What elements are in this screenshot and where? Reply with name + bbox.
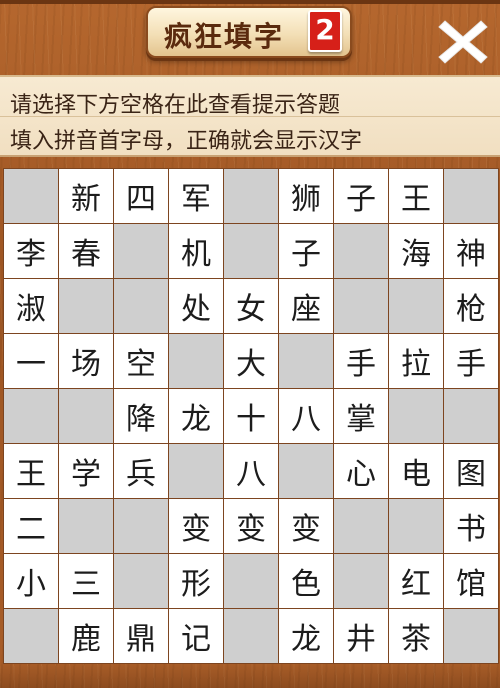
grid-cell-empty[interactable] bbox=[4, 389, 58, 443]
grid-cell-empty[interactable] bbox=[59, 389, 113, 443]
grid-cell-empty[interactable] bbox=[169, 334, 223, 388]
grid-cell-empty[interactable] bbox=[334, 554, 388, 608]
close-button[interactable] bbox=[433, 13, 493, 69]
close-icon bbox=[438, 20, 488, 64]
grid-cell-letter[interactable]: 图 bbox=[444, 444, 498, 498]
grid-cell-letter[interactable]: 心 bbox=[334, 444, 388, 498]
hint-instruction-1: 请选择下方空格在此查看提示答题 bbox=[10, 93, 341, 118]
grid-cell-letter[interactable]: 兵 bbox=[114, 444, 168, 498]
grid-cell-letter[interactable]: 座 bbox=[279, 279, 333, 333]
grid-cell-letter[interactable]: 处 bbox=[169, 279, 223, 333]
title-badge: 疯狂填字 2 bbox=[146, 6, 352, 58]
grid-cell-empty[interactable] bbox=[279, 444, 333, 498]
grid-cell-empty[interactable] bbox=[224, 169, 278, 223]
grid-cell-letter[interactable]: 三 bbox=[59, 554, 113, 608]
grid-cell-letter[interactable]: 神 bbox=[444, 224, 498, 278]
grid-cell-empty[interactable] bbox=[389, 279, 443, 333]
grid-cell-letter[interactable]: 十 bbox=[224, 389, 278, 443]
grid-cell-letter[interactable]: 龙 bbox=[169, 389, 223, 443]
level-badge: 2 bbox=[308, 10, 342, 52]
grid-cell-empty[interactable] bbox=[169, 444, 223, 498]
grid-cell-letter[interactable]: 掌 bbox=[334, 389, 388, 443]
grid-cell-letter[interactable]: 茶 bbox=[389, 609, 443, 663]
grid-cell-letter[interactable]: 八 bbox=[224, 444, 278, 498]
grid-cell-letter[interactable]: 李 bbox=[4, 224, 58, 278]
top-strip bbox=[0, 0, 500, 4]
grid-cell-empty[interactable] bbox=[114, 279, 168, 333]
grid-cell-empty[interactable] bbox=[444, 169, 498, 223]
grid-cell-empty[interactable] bbox=[224, 554, 278, 608]
grid-cell-letter[interactable]: 春 bbox=[59, 224, 113, 278]
grid-cell-letter[interactable]: 一 bbox=[4, 334, 58, 388]
grid-cell-letter[interactable]: 新 bbox=[59, 169, 113, 223]
grid-cell-letter[interactable]: 变 bbox=[169, 499, 223, 553]
grid-cell-letter[interactable]: 井 bbox=[334, 609, 388, 663]
grid-cell-empty[interactable] bbox=[59, 499, 113, 553]
grid-cell-letter[interactable]: 二 bbox=[4, 499, 58, 553]
grid-cell-letter[interactable]: 四 bbox=[114, 169, 168, 223]
grid-cell-empty[interactable] bbox=[389, 389, 443, 443]
grid-cell-letter[interactable]: 子 bbox=[279, 224, 333, 278]
grid-cell-empty[interactable] bbox=[334, 279, 388, 333]
grid-cell-letter[interactable]: 王 bbox=[389, 169, 443, 223]
grid-cell-empty[interactable] bbox=[224, 609, 278, 663]
grid-cell-letter[interactable]: 形 bbox=[169, 554, 223, 608]
grid-cell-empty[interactable] bbox=[59, 279, 113, 333]
grid-cell-letter[interactable]: 龙 bbox=[279, 609, 333, 663]
grid-cell-letter[interactable]: 降 bbox=[114, 389, 168, 443]
game-title: 疯狂填字 bbox=[164, 20, 285, 53]
hint-divider bbox=[0, 116, 500, 117]
grid-cell-letter[interactable]: 色 bbox=[279, 554, 333, 608]
grid-cell-letter[interactable]: 机 bbox=[169, 224, 223, 278]
grid-cell-empty[interactable] bbox=[4, 169, 58, 223]
grid-cell-letter[interactable]: 馆 bbox=[444, 554, 498, 608]
grid-cell-letter[interactable]: 空 bbox=[114, 334, 168, 388]
grid-cell-letter[interactable]: 淑 bbox=[4, 279, 58, 333]
grid-cell-letter[interactable]: 鼎 bbox=[114, 609, 168, 663]
grid-cell-letter[interactable]: 狮 bbox=[279, 169, 333, 223]
grid-cell-letter[interactable]: 军 bbox=[169, 169, 223, 223]
grid-cell-letter[interactable]: 拉 bbox=[389, 334, 443, 388]
grid-cell-letter[interactable]: 学 bbox=[59, 444, 113, 498]
grid-cell-letter[interactable]: 小 bbox=[4, 554, 58, 608]
grid-cell-empty[interactable] bbox=[279, 334, 333, 388]
grid-cell-empty[interactable] bbox=[444, 609, 498, 663]
grid-cell-letter[interactable]: 手 bbox=[334, 334, 388, 388]
grid-cell-empty[interactable] bbox=[114, 224, 168, 278]
grid-cell-letter[interactable]: 变 bbox=[224, 499, 278, 553]
grid-cell-letter[interactable]: 大 bbox=[224, 334, 278, 388]
grid-cell-letter[interactable]: 场 bbox=[59, 334, 113, 388]
grid-cell-letter[interactable]: 王 bbox=[4, 444, 58, 498]
grid-cell-letter[interactable]: 八 bbox=[279, 389, 333, 443]
grid-cell-letter[interactable]: 女 bbox=[224, 279, 278, 333]
grid-cell-letter[interactable]: 海 bbox=[389, 224, 443, 278]
grid-cell-empty[interactable] bbox=[389, 499, 443, 553]
grid-cell-letter[interactable]: 书 bbox=[444, 499, 498, 553]
hint-instruction-2: 填入拼音首字母，正确就会显示汉字 bbox=[10, 129, 363, 154]
grid-cell-empty[interactable] bbox=[114, 554, 168, 608]
grid-cell-letter[interactable]: 记 bbox=[169, 609, 223, 663]
grid-cell-letter[interactable]: 红 bbox=[389, 554, 443, 608]
grid-cell-letter[interactable]: 手 bbox=[444, 334, 498, 388]
grid-cell-letter[interactable]: 子 bbox=[334, 169, 388, 223]
grid-cell-empty[interactable] bbox=[334, 499, 388, 553]
grid-cell-letter[interactable]: 鹿 bbox=[59, 609, 113, 663]
bottom-shade bbox=[0, 664, 500, 688]
grid-cell-letter[interactable]: 电 bbox=[389, 444, 443, 498]
grid-cell-letter[interactable]: 枪 bbox=[444, 279, 498, 333]
grid-cell-empty[interactable] bbox=[114, 499, 168, 553]
crossword-grid: 新四军狮子王李春机子海神淑处女座枪一场空大手拉手降龙十八掌王学兵八心电图二变变变… bbox=[3, 168, 499, 664]
grid-cell-empty[interactable] bbox=[444, 389, 498, 443]
hint-panel: 请选择下方空格在此查看提示答题 填入拼音首字母，正确就会显示汉字 bbox=[0, 75, 500, 157]
grid-cell-letter[interactable]: 变 bbox=[279, 499, 333, 553]
grid-cell-empty[interactable] bbox=[224, 224, 278, 278]
grid-cell-empty[interactable] bbox=[334, 224, 388, 278]
grid-cell-empty[interactable] bbox=[4, 609, 58, 663]
